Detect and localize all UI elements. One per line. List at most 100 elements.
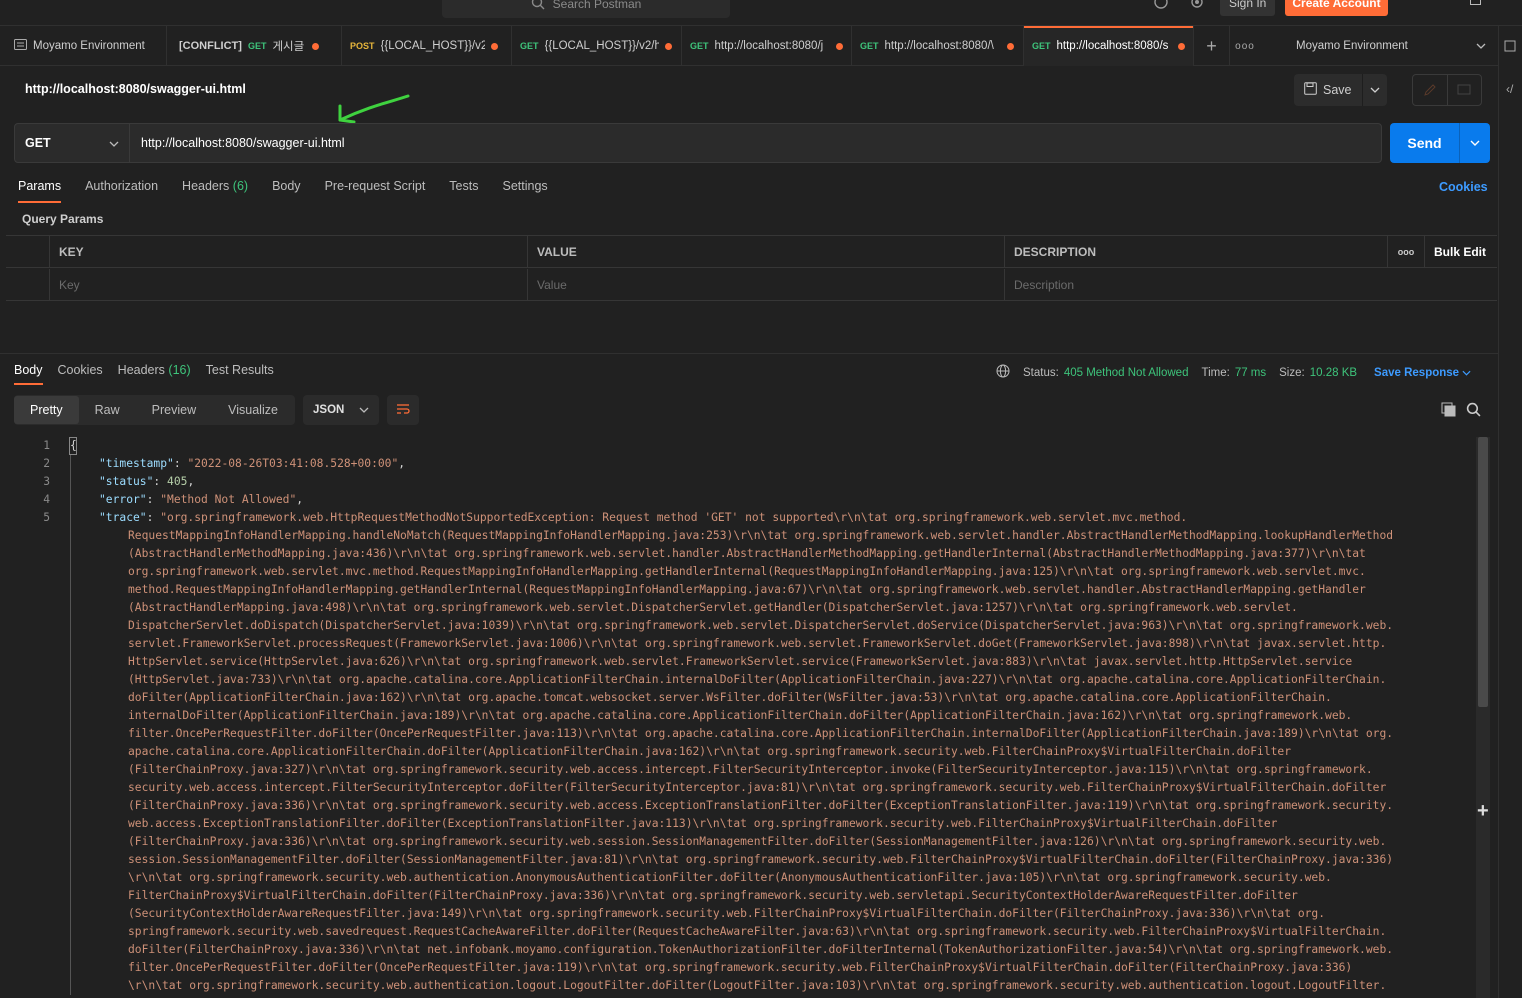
tab-response-cookies[interactable]: Cookies — [58, 363, 103, 385]
chevron-down-icon — [109, 136, 119, 150]
line-number: 4 — [43, 493, 50, 506]
column-header-description: DESCRIPTION — [1005, 236, 1388, 267]
tab-options-button[interactable]: ooo — [1230, 26, 1260, 66]
tab-label: {{LOCAL_HOST}}/v2/h — [544, 40, 659, 52]
more-horizontal-icon[interactable]: ooo — [1388, 236, 1425, 267]
request-title[interactable]: http://localhost:8080/swagger-ui.html — [25, 82, 246, 96]
copy-icon[interactable] — [1441, 402, 1456, 420]
view-mode-pretty[interactable]: Pretty — [14, 396, 79, 424]
send-button[interactable]: Send — [1390, 123, 1490, 163]
view-mode-preview[interactable]: Preview — [136, 396, 212, 424]
json-value: "org.springframework.web.HttpRequestMeth… — [160, 511, 1188, 524]
maximize-icon[interactable] — [1470, 0, 1481, 5]
trace-line: HttpServlet.service(HttpServlet.java:626… — [128, 655, 1353, 668]
environment-selector[interactable]: Moyamo Environment — [1270, 26, 1498, 66]
json-value: "2022-08-26T03:41:08.528+00:00" — [187, 457, 399, 470]
tab-active-request[interactable]: GET http://localhost:8080/s — [1024, 26, 1194, 66]
search-icon[interactable] — [1466, 402, 1481, 420]
cookies-link[interactable]: Cookies — [1439, 180, 1488, 194]
tab-post-request[interactable]: POST {{LOCAL_HOST}}/v2/a — [342, 26, 512, 66]
http-method-select[interactable]: GET — [14, 123, 130, 163]
tab-test-results[interactable]: Test Results — [206, 363, 274, 385]
line-number: 1 — [43, 439, 50, 452]
tab-settings[interactable]: Settings — [502, 179, 547, 203]
view-mode-visualize[interactable]: Visualize — [212, 396, 294, 424]
unsaved-dot-icon — [664, 42, 672, 50]
code-icon[interactable]: ‹/ — [1506, 82, 1513, 96]
size-label: Size: — [1279, 366, 1305, 379]
json-line-status: "status": 405, — [99, 475, 195, 488]
save-response-button[interactable]: Save Response — [1374, 367, 1471, 379]
json-line-error: "error": "Method Not Allowed", — [99, 493, 304, 506]
unsaved-dot-icon — [490, 42, 498, 50]
tab-response-headers[interactable]: Headers (16) — [118, 363, 191, 385]
tab-prerequest-script[interactable]: Pre-request Script — [325, 179, 426, 203]
sync-icon[interactable] — [1153, 0, 1169, 13]
sign-in-button[interactable]: Sign In — [1220, 0, 1276, 16]
tab-get-request[interactable]: GET http://localhost:8080/j — [682, 26, 852, 66]
tab-method: POST — [350, 41, 375, 51]
tab-body[interactable]: Body — [272, 179, 301, 203]
tab-response-body[interactable]: Body — [14, 363, 43, 385]
conflict-prefix: [CONFLICT] — [179, 40, 242, 52]
json-line-timestamp: "timestamp": "2022-08-26T03:41:08.528+00… — [99, 457, 406, 470]
send-options-chevron-icon[interactable] — [1460, 123, 1490, 163]
key-input[interactable]: Key — [50, 269, 528, 301]
save-options-chevron-icon[interactable] — [1363, 87, 1388, 93]
environment-quick-look-icon[interactable] — [1504, 40, 1516, 55]
request-section-tabs: Params Authorization Headers (6) Body Pr… — [18, 179, 572, 203]
tab-params[interactable]: Params — [18, 179, 62, 203]
json-line-trace: "trace": "org.springframework.web.HttpRe… — [99, 511, 1188, 524]
query-params-table: KEY VALUE DESCRIPTION ooo Bulk Edit Key … — [6, 235, 1497, 301]
format-select[interactable]: JSON — [303, 395, 379, 425]
tab-conflict-request[interactable]: [CONFLICT] GET 게시글 의 — [167, 26, 342, 66]
trace-line: FilterChainProxy$VirtualFilterChain.doFi… — [128, 889, 1298, 902]
bracket-match-highlight — [69, 437, 77, 455]
bulk-edit-button[interactable]: Bulk Edit — [1425, 236, 1497, 267]
tab-authorization[interactable]: Authorization — [85, 179, 158, 203]
resize-cursor-icon: + — [1477, 800, 1489, 822]
edit-pencil-icon[interactable] — [1413, 75, 1448, 105]
save-button[interactable]: Save — [1294, 74, 1387, 106]
table-header-row: KEY VALUE DESCRIPTION ooo Bulk Edit — [6, 236, 1497, 268]
settings-gear-icon[interactable] — [1189, 0, 1205, 13]
value-input[interactable]: Value — [528, 269, 1005, 301]
tab-headers[interactable]: Headers (6) — [182, 179, 248, 203]
search-postman-input[interactable]: Search Postman — [442, 0, 730, 18]
tab-get-request[interactable]: GET http://localhost:8080/\ — [852, 26, 1024, 66]
unsaved-dot-icon — [1006, 42, 1014, 50]
tab-headers-label: Headers — [182, 179, 230, 193]
column-header-key: KEY — [50, 236, 528, 267]
comment-icon[interactable] — [1448, 75, 1482, 105]
tab-label: http://localhost:8080/j — [714, 40, 824, 52]
response-headers-count: (16) — [168, 363, 191, 377]
new-tab-button[interactable]: + — [1194, 26, 1230, 66]
status-value[interactable]: 405 Method Not Allowed — [1064, 367, 1189, 379]
trace-line: springframework.security.web.savedreques… — [128, 925, 1387, 938]
response-body-editor[interactable]: 1 2 3 4 5 { "timestamp": "2022-08-26T03:… — [0, 437, 1490, 998]
json-value: 405 — [167, 475, 188, 488]
time-value[interactable]: 77 ms — [1235, 367, 1266, 379]
create-account-button[interactable]: Create Account — [1285, 0, 1388, 16]
tab-environment[interactable]: Moyamo Environment — [0, 26, 167, 66]
tab-tests[interactable]: Tests — [449, 179, 478, 203]
tab-response-headers-label: Headers — [117, 363, 165, 377]
size-value[interactable]: 10.28 KB — [1310, 367, 1357, 379]
tab-get-request[interactable]: GET {{LOCAL_HOST}}/v2/h — [512, 26, 682, 66]
globe-icon[interactable] — [996, 364, 1010, 381]
wrap-lines-button[interactable] — [387, 395, 419, 425]
description-input[interactable]: Description — [1005, 269, 1497, 301]
editor-scrollbar-thumb[interactable] — [1478, 437, 1488, 707]
url-input[interactable] — [129, 123, 1382, 163]
save-response-label: Save Response — [1374, 366, 1460, 379]
column-header-value: VALUE — [528, 236, 1005, 267]
trace-line: (AbstractHandlerMethodMapping.java:436)\… — [128, 547, 1366, 560]
chevron-down-icon — [1476, 40, 1486, 52]
query-params-title: Query Params — [22, 212, 104, 226]
trace-line: method.RequestMappingInfoHandlerMapping.… — [128, 583, 1366, 596]
trace-line: session.SessionManagementFilter.doFilter… — [128, 853, 1394, 866]
format-label: JSON — [313, 404, 345, 416]
plus-icon: + — [1206, 35, 1217, 56]
view-mode-raw[interactable]: Raw — [79, 396, 136, 424]
pane-divider[interactable] — [0, 353, 1498, 354]
